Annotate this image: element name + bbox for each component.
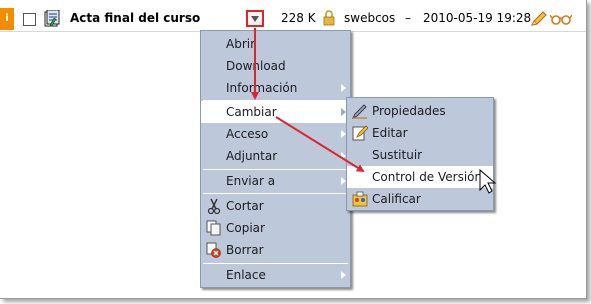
file-date: 2010-05-19 19:28 bbox=[423, 11, 532, 25]
chevron-down-icon bbox=[251, 16, 259, 22]
menu-item-label: Copiar bbox=[226, 221, 265, 235]
menu-item-label: Enviar a bbox=[226, 174, 276, 188]
menu-item-informacion[interactable]: Información bbox=[201, 77, 350, 99]
menu-item-label: Calificar bbox=[372, 192, 421, 206]
submenu-item-control-de-version[interactable]: Control de Versión bbox=[347, 166, 493, 188]
submenu-item-editar[interactable]: Editar bbox=[347, 122, 493, 144]
scissors-icon bbox=[207, 198, 221, 214]
cambiar-submenu: Propiedades Editar Sustituir Control de … bbox=[346, 97, 494, 211]
context-menu: Abrir Download Información Cambiar Acces… bbox=[200, 30, 351, 288]
menu-item-cambiar[interactable]: Cambiar bbox=[201, 101, 350, 123]
menu-item-label: Información bbox=[226, 81, 298, 95]
select-checkbox[interactable] bbox=[23, 13, 36, 26]
actions-dropdown-button[interactable] bbox=[246, 10, 264, 27]
menu-item-label: Download bbox=[226, 59, 286, 73]
menu-item-label: Acceso bbox=[226, 127, 269, 141]
menu-item-acceso[interactable]: Acceso bbox=[201, 123, 350, 145]
separator: – bbox=[405, 11, 411, 25]
menu-item-enlace[interactable]: Enlace bbox=[201, 264, 350, 286]
submenu-item-sustituir[interactable]: Sustituir bbox=[347, 144, 493, 166]
menu-item-label: Editar bbox=[372, 126, 408, 140]
submenu-arrow-icon bbox=[341, 271, 346, 279]
file-owner: swebcos bbox=[344, 11, 396, 25]
menu-item-label: Sustituir bbox=[372, 148, 423, 162]
menu-item-copiar[interactable]: Copiar bbox=[201, 217, 350, 239]
menu-item-download[interactable]: Download bbox=[201, 55, 350, 77]
menu-item-label: Cortar bbox=[226, 199, 264, 213]
menu-item-enviar-a[interactable]: Enviar a bbox=[201, 170, 350, 192]
file-name[interactable]: Acta final del curso bbox=[70, 11, 200, 25]
menu-item-cortar[interactable]: Cortar bbox=[201, 195, 350, 217]
pencil-icon[interactable] bbox=[530, 11, 548, 27]
menu-item-label: Cambiar bbox=[226, 105, 277, 119]
edit-document-icon bbox=[352, 125, 368, 141]
lock-icon bbox=[323, 10, 335, 26]
menu-item-adjuntar[interactable]: Adjuntar bbox=[201, 145, 350, 167]
document-icon bbox=[44, 10, 60, 27]
submenu-item-propiedades[interactable]: Propiedades bbox=[347, 100, 493, 122]
pencil-icon bbox=[352, 104, 367, 119]
submenu-arrow-icon bbox=[341, 84, 346, 92]
menu-item-label: Propiedades bbox=[372, 104, 446, 118]
info-badge[interactable]: i bbox=[0, 8, 14, 30]
menu-item-label: Borrar bbox=[226, 243, 264, 257]
glasses-icon[interactable] bbox=[550, 13, 572, 25]
delete-icon bbox=[206, 242, 221, 258]
menu-item-label: Control de Versión bbox=[372, 170, 483, 184]
menu-item-label: Adjuntar bbox=[226, 149, 278, 163]
file-row: i Acta final del curso 228 K swebcos – 2… bbox=[0, 8, 586, 30]
menu-item-borrar[interactable]: Borrar bbox=[201, 239, 350, 261]
copy-icon bbox=[206, 220, 221, 236]
menu-separator bbox=[203, 193, 348, 194]
menu-item-label: Abrir bbox=[226, 37, 256, 51]
file-size: 228 K bbox=[281, 11, 316, 25]
menu-item-label: Enlace bbox=[226, 268, 266, 282]
submenu-item-calificar[interactable]: Calificar bbox=[347, 188, 493, 210]
menu-item-abrir[interactable]: Abrir bbox=[201, 33, 350, 55]
grade-icon bbox=[352, 191, 368, 207]
